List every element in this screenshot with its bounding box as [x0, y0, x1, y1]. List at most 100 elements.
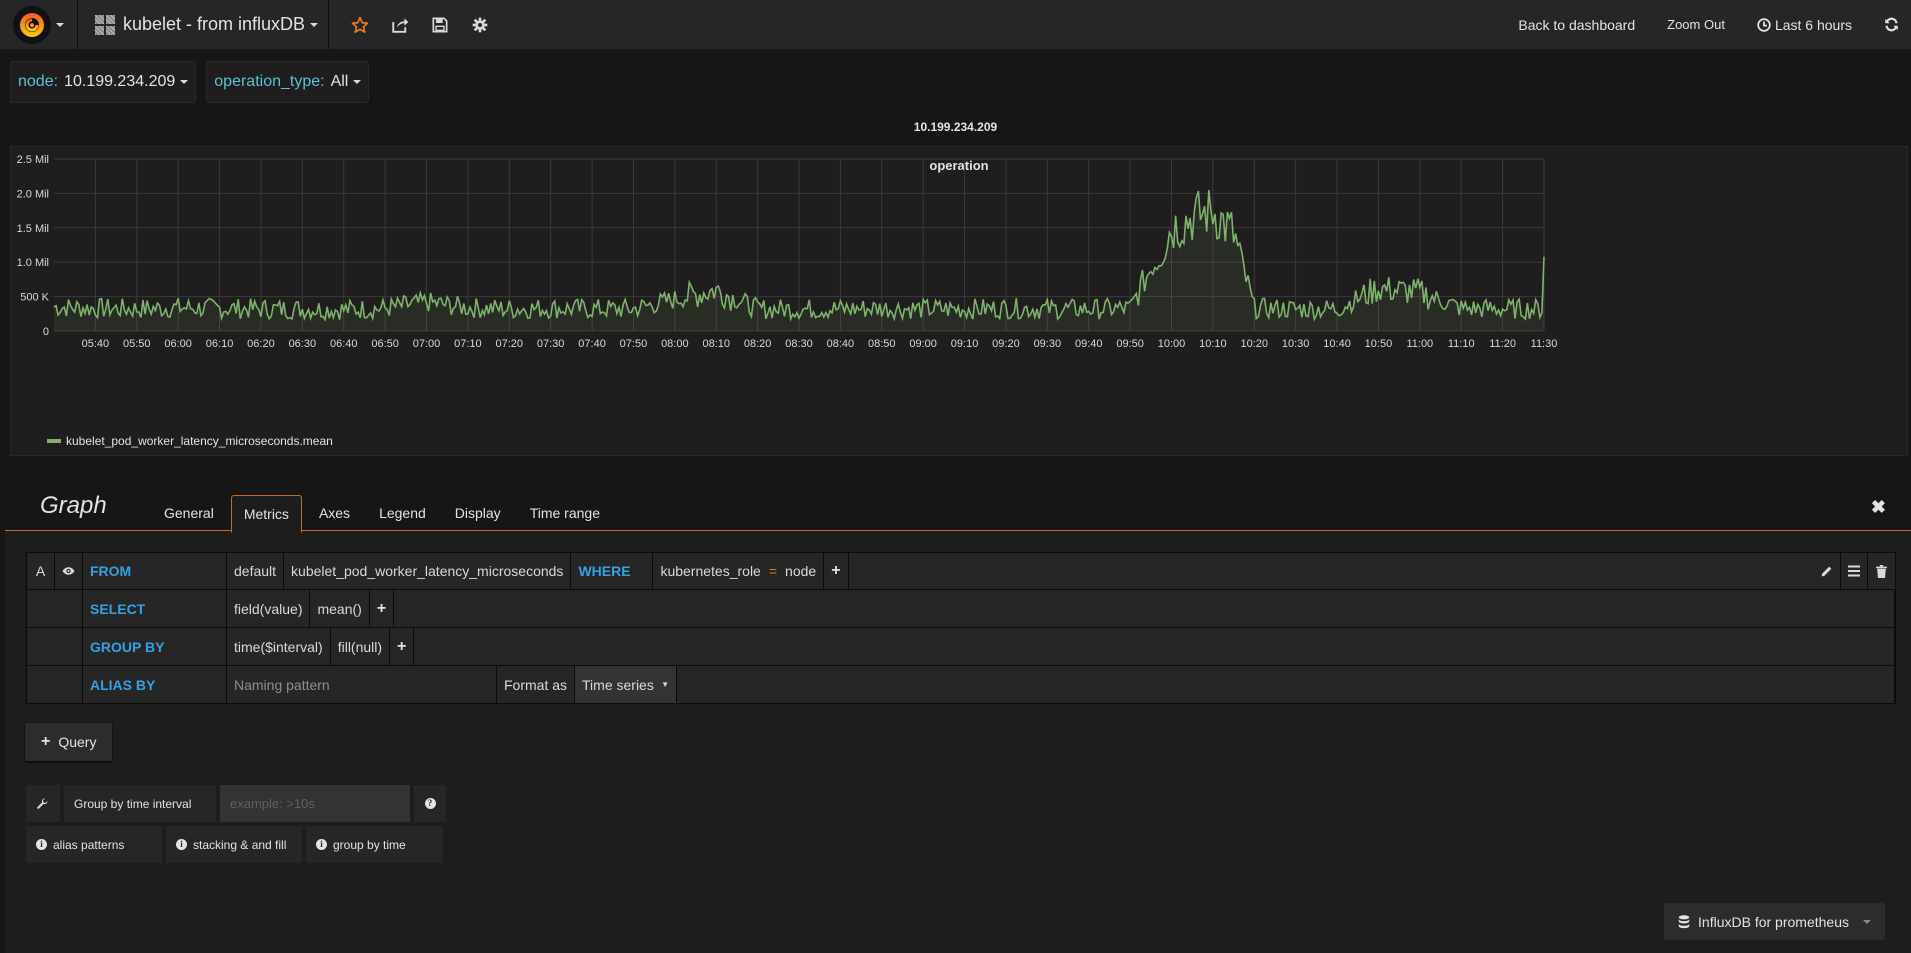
x-tick-label: 11:20	[1489, 338, 1516, 350]
retention-policy-segment[interactable]: default	[227, 553, 285, 589]
save-icon	[432, 17, 448, 32]
x-tick-label: 10:30	[1282, 338, 1310, 350]
select-function-segment[interactable]: mean()	[310, 590, 370, 627]
row-spacer	[27, 628, 83, 665]
legend-item[interactable]: kubelet_pod_worker_latency_microseconds.…	[47, 434, 333, 448]
add-where-button[interactable]: +	[824, 553, 849, 589]
chart-svg[interactable]: 0 500 K 1.0 Mil 1.5 Mil 2.0 Mil 2.5 Mil 05:40 0…	[11, 147, 1909, 431]
time-range-label: Last 6 hours	[1774, 16, 1852, 33]
zoom-out-button[interactable]: Zoom Out	[1651, 17, 1741, 32]
toggle-visibility-button[interactable]	[55, 553, 83, 589]
refresh-icon	[1885, 17, 1898, 32]
x-tick-label: 07:30	[537, 338, 565, 350]
add-select-button[interactable]: +	[369, 590, 395, 627]
legend-swatch	[47, 439, 61, 443]
help-alias-patterns-button[interactable]: i alias patterns	[26, 826, 162, 863]
x-tick-label: 09:30	[1034, 338, 1062, 350]
format-as-select[interactable]: Time series ▼	[575, 666, 678, 703]
variable-node[interactable]: node: 10.199.234.209	[10, 61, 197, 103]
variable-value: 10.199.234.209	[64, 73, 176, 90]
variable-label: operation_type:	[214, 73, 325, 90]
plus-icon: +	[376, 599, 387, 617]
group-interval-label: Group by time interval	[64, 785, 216, 822]
tab-display[interactable]: Display	[443, 494, 513, 532]
back-to-dashboard-link[interactable]: Back to dashboard	[1502, 17, 1651, 33]
help-stacking-fill-button[interactable]: i stacking & and fill	[166, 826, 302, 863]
x-tick-label: 10:50	[1365, 338, 1393, 350]
query-menu-button[interactable]	[1841, 553, 1868, 589]
query-ref-id[interactable]: A	[27, 553, 55, 589]
refresh-button[interactable]	[1868, 17, 1911, 32]
group-interval-field[interactable]	[220, 785, 410, 822]
row-fill	[414, 628, 1895, 665]
dashboard-grid-icon	[95, 14, 115, 35]
time-range-picker[interactable]: Last 6 hours	[1741, 17, 1868, 33]
group-by-fill-segment[interactable]: fill(null)	[330, 628, 391, 665]
info-icon: i	[316, 839, 327, 850]
x-tick-label: 09:10	[951, 338, 979, 350]
x-tick-label: 07:10	[454, 338, 482, 350]
variable-operation-type[interactable]: operation_type: All	[206, 61, 370, 103]
share-button[interactable]	[380, 0, 420, 49]
measurement-segment[interactable]: kubelet_pod_worker_latency_microseconds	[284, 553, 572, 589]
group-by-time-segment[interactable]: time($interval)	[227, 628, 331, 665]
select-field-segment[interactable]: field(value)	[227, 590, 311, 627]
share-icon	[392, 17, 409, 33]
x-tick-label: 05:40	[82, 338, 110, 350]
remove-query-button[interactable]	[1868, 553, 1895, 589]
format-as-label: Format as	[497, 666, 576, 703]
chevron-down-icon	[56, 22, 64, 27]
add-query-button[interactable]: + Query	[25, 723, 113, 761]
datasource-picker[interactable]: InfluxDB for prometheus	[1664, 903, 1885, 940]
x-tick-label: 06:00	[164, 338, 192, 350]
grafana-menu-button[interactable]	[0, 0, 78, 49]
dashboard-picker[interactable]: kubelet - from influxDB	[79, 0, 329, 49]
pencil-icon[interactable]	[1820, 565, 1833, 578]
tab-time-range[interactable]: Time range	[518, 494, 612, 532]
where-value[interactable]: node	[785, 563, 816, 579]
wrench-icon	[37, 797, 48, 809]
x-tick-label: 08:20	[744, 338, 772, 350]
tab-general[interactable]: General	[152, 494, 226, 532]
where-keyword: WHERE	[571, 553, 654, 589]
x-tick-label: 07:00	[413, 338, 441, 350]
alias-input[interactable]: Naming pattern	[227, 666, 497, 703]
close-editor-button[interactable]: ✖	[1871, 497, 1886, 518]
x-tick-label: 11:30	[1531, 338, 1558, 350]
x-tick-label: 06:20	[247, 338, 275, 350]
star-icon	[351, 16, 369, 33]
trash-icon	[1876, 564, 1887, 578]
x-tick-label: 08:10	[702, 338, 730, 350]
plus-icon: +	[397, 637, 407, 655]
x-tick-label: 09:50	[1116, 338, 1144, 350]
x-tick-label: 06:40	[330, 338, 358, 350]
x-tick-label: 05:50	[123, 338, 151, 350]
settings-button[interactable]	[460, 0, 500, 49]
group-interval-input[interactable]	[220, 785, 410, 822]
help-label: stacking & and fill	[193, 837, 287, 852]
help-button[interactable]: ?	[414, 785, 446, 822]
panel-editor: Graph General Metrics Axes Legend Displa…	[5, 480, 1911, 953]
variable-label: node:	[18, 73, 59, 90]
format-as-value: Time series	[582, 676, 654, 693]
x-tick-label: 08:50	[868, 338, 896, 350]
save-button[interactable]	[420, 0, 460, 49]
star-button[interactable]	[340, 0, 380, 49]
tab-metrics[interactable]: Metrics	[230, 495, 302, 533]
x-tick-label: 09:40	[1075, 338, 1103, 350]
y-tick-label: 0	[43, 326, 49, 338]
database-icon	[1678, 914, 1690, 928]
add-group-by-button[interactable]: +	[390, 628, 415, 665]
tab-axes[interactable]: Axes	[307, 494, 362, 532]
group-by-keyword: GROUP BY	[83, 628, 227, 665]
help-group-by-time-button[interactable]: i group by time	[306, 826, 443, 863]
legend-label: kubelet_pod_worker_latency_microseconds.…	[66, 434, 333, 448]
x-tick-label: 06:10	[206, 338, 234, 350]
query-row-alias-by: ALIAS BY Naming pattern Format as Time s…	[26, 666, 1896, 704]
where-condition-segment[interactable]: kubernetes_role = node	[653, 553, 825, 589]
help-label: alias patterns	[53, 837, 125, 852]
x-tick-label: 07:50	[620, 338, 648, 350]
where-operator[interactable]: =	[769, 563, 777, 579]
tab-legend[interactable]: Legend	[367, 494, 438, 532]
where-key[interactable]: kubernetes_role	[660, 563, 760, 579]
